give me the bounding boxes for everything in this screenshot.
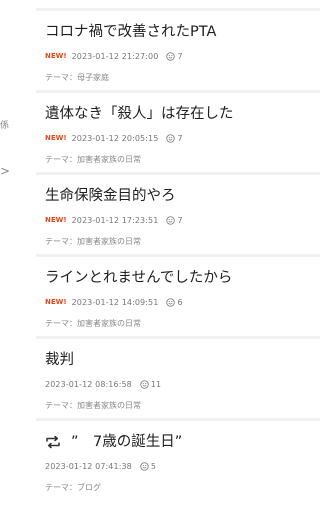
reaction-count: 7 [177,51,183,61]
entry-date: 2023-01-12 21:27:00 [71,51,159,61]
entry-date: 2023-01-12 17:23:51 [71,215,159,225]
reaction-count: 7 [177,133,183,143]
smile-icon [140,379,149,389]
entry-item[interactable]: コロナ禍で改善されたPTA NEW! 2023-01-12 21:27:00 7… [36,11,320,93]
entry-item[interactable]: 生命保険金目的やろ NEW! 2023-01-12 17:23:51 7 テーマ… [36,175,320,257]
new-badge: NEW! [45,216,67,224]
entry-theme[interactable]: テーマ：加害者家族の日常 [45,236,320,247]
reaction-count: 7 [177,215,183,225]
entry-theme[interactable]: テーマ：加害者家族の日常 [45,400,320,411]
left-edge-fragment: 係 [0,121,10,131]
entry-theme[interactable]: テーマ：加害者家族の日常 [45,318,320,329]
entry-title[interactable]: 遺体なき「殺人」は存在した [45,105,320,123]
new-badge: NEW! [45,298,67,306]
new-badge: NEW! [45,134,67,142]
entry-item[interactable]: 遺体なき「殺人」は存在した NEW! 2023-01-12 20:05:15 7… [36,93,320,175]
smile-icon [166,215,176,225]
entry-date: 2023-01-12 07:41:38 [45,461,132,471]
entry-title[interactable]: ラインとれませんでしたから [45,269,320,287]
reaction-count: 11 [150,379,162,389]
entry-meta: NEW! 2023-01-12 17:23:51 7 [45,214,320,226]
smile-icon [140,461,149,471]
reaction-count: 5 [150,461,156,471]
entry-meta: NEW! 2023-01-12 20:05:15 7 [45,132,320,144]
entry-meta: 2023-01-12 08:16:58 11 [45,378,320,390]
entry-meta: NEW! 2023-01-12 14:09:51 6 [45,296,320,308]
smile-icon [166,51,176,61]
entry-theme[interactable]: テーマ：ブログ [45,482,320,493]
entry-meta: NEW! 2023-01-12 21:27:00 7 [45,50,320,62]
entry-theme[interactable]: テーマ：母子家庭 [45,72,320,83]
entry-title[interactable]: 裁判 [45,351,320,369]
left-chevron-icon[interactable]: > [0,164,10,178]
entry-meta: 2023-01-12 07:41:38 5 [45,460,320,472]
smile-icon [166,133,176,143]
entry-date: 2023-01-12 14:09:51 [71,297,159,307]
entry-theme[interactable]: テーマ：加害者家族の日常 [45,154,320,165]
entry-title[interactable]: コロナ禍で改善されたPTA [45,23,320,41]
entry-date: 2023-01-12 08:16:58 [45,379,132,389]
entry-title[interactable]: ” 7歳の誕生日” [45,433,320,451]
entry-title[interactable]: 生命保険金目的やろ [45,187,320,205]
entry-item[interactable]: ” 7歳の誕生日” 2023-01-12 07:41:38 5 テーマ：ブログ [36,421,320,503]
entry-item[interactable]: 裁判 2023-01-12 08:16:58 11 テーマ：加害者家族の日常 [36,339,320,421]
reaction-count: 6 [177,297,183,307]
reblog-icon [46,435,60,449]
new-badge: NEW! [45,52,67,60]
smile-icon [166,297,176,307]
entry-item[interactable]: ラインとれませんでしたから NEW! 2023-01-12 14:09:51 6… [36,257,320,339]
entry-date: 2023-01-12 20:05:15 [71,133,159,143]
entry-title-text: ” 7歳の誕生日” [71,434,183,450]
entry-list: コロナ禍で改善されたPTA NEW! 2023-01-12 21:27:00 7… [36,11,320,503]
